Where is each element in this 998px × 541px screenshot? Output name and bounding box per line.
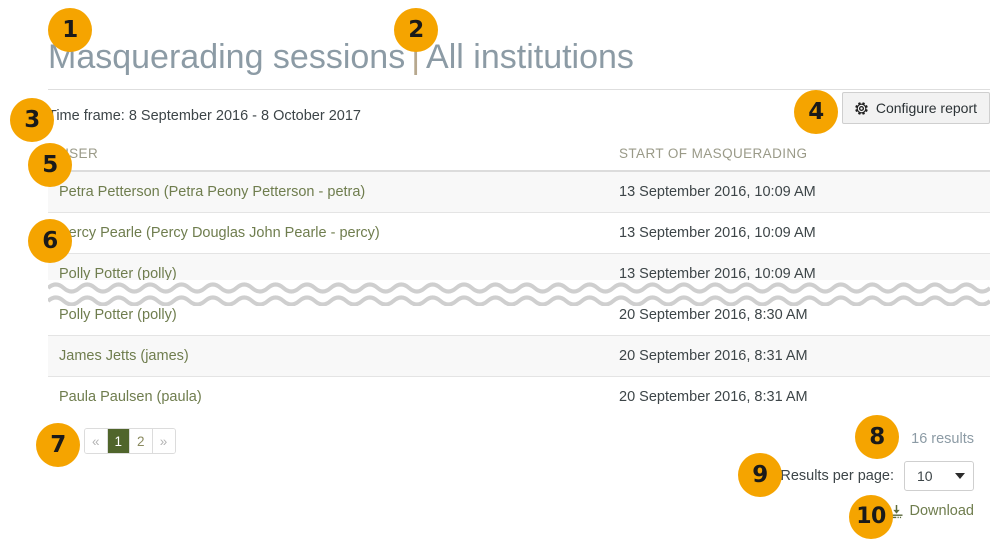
table-row[interactable]: James Jetts (james) 20 September 2016, 8…	[48, 335, 990, 377]
cell-start: 20 September 2016, 8:31 AM	[619, 389, 808, 405]
results-per-page-select[interactable]: 10	[904, 461, 974, 491]
results-per-page: Results per page: 10	[780, 461, 974, 491]
gear-icon	[854, 101, 869, 116]
chevron-down-icon	[955, 473, 965, 479]
pagination[interactable]: « 1 2 »	[84, 428, 176, 454]
configure-report-button[interactable]: Configure report	[841, 92, 990, 124]
page-title: Masquerading sessions | All institutions	[48, 38, 634, 77]
callout-badge-4: 4	[794, 90, 838, 134]
download-label: Download	[909, 503, 975, 519]
callout-badge-6: 6	[28, 219, 72, 263]
cell-user[interactable]: Polly Potter (polly)	[48, 294, 608, 336]
table-row[interactable]: Petra Petterson (Petra Peony Petterson -…	[48, 171, 990, 213]
cell-user[interactable]: Petra Petterson (Petra Peony Petterson -…	[48, 171, 608, 213]
callout-badge-10: 10	[849, 495, 893, 539]
callout-badge-1: 1	[48, 8, 92, 52]
table-row[interactable]: Paula Paulsen (paula) 20 September 2016,…	[48, 377, 990, 418]
cell-user[interactable]: Percy Pearle (Percy Douglas John Pearle …	[48, 212, 608, 254]
results-count: 16 results	[911, 431, 974, 447]
table-header-row: USER START OF MASQUERADING	[48, 146, 990, 172]
page-title-institution: All institutions	[426, 38, 634, 76]
pagination-page-1[interactable]: 1	[107, 429, 131, 453]
page-title-text: Masquerading sessions	[48, 38, 406, 76]
time-frame-label: Time frame: 8 September 2016 - 8 October…	[48, 108, 361, 124]
table-body: Petra Petterson (Petra Peony Petterson -…	[48, 171, 990, 417]
cell-start: 13 September 2016, 10:09 AM	[608, 212, 990, 254]
configure-report-label: Configure report	[875, 100, 977, 116]
callout-badge-5: 5	[28, 143, 72, 187]
report-page: Masquerading sessions | All institutions T…	[48, 0, 990, 541]
callout-badge-9: 9	[738, 453, 782, 497]
cell-user[interactable]: Paula Paulsen (paula)	[48, 377, 608, 418]
cell-start: 13 September 2016, 10:09 AM	[608, 253, 990, 295]
cell-start: 20 September 2016, 8:31 AM	[608, 335, 990, 377]
callout-badge-3: 3	[10, 98, 54, 142]
pagination-page-2[interactable]: 2	[130, 429, 153, 453]
table-row[interactable]: Polly Potter (polly) 20 September 2016, …	[48, 294, 990, 336]
cell-user[interactable]: Polly Potter (polly)	[48, 253, 608, 295]
download-link[interactable]: Download	[889, 503, 975, 519]
title-divider	[48, 89, 990, 90]
column-header-user: USER	[48, 146, 608, 172]
cell-user[interactable]: James Jetts (james)	[48, 335, 608, 377]
table-row[interactable]: Polly Potter (polly) 13 September 2016, …	[48, 253, 990, 295]
masquerading-sessions-table: USER START OF MASQUERADING Petra Petters…	[48, 146, 990, 417]
pagination-next[interactable]: »	[152, 429, 175, 453]
cell-start: 13 September 2016, 10:09 AM	[608, 171, 990, 213]
callout-badge-2: 2	[394, 8, 438, 52]
table-row[interactable]: Percy Pearle (Percy Douglas John Pearle …	[48, 212, 990, 254]
results-per-page-value: 10	[917, 468, 933, 484]
cell-start: 20 September 2016, 8:30 AM	[608, 294, 990, 336]
column-header-start: START OF MASQUERADING	[608, 146, 990, 172]
results-per-page-label: Results per page:	[780, 468, 894, 484]
callout-badge-7: 7	[36, 423, 80, 467]
pagination-prev[interactable]: «	[85, 429, 108, 453]
callout-badge-8: 8	[855, 415, 899, 459]
